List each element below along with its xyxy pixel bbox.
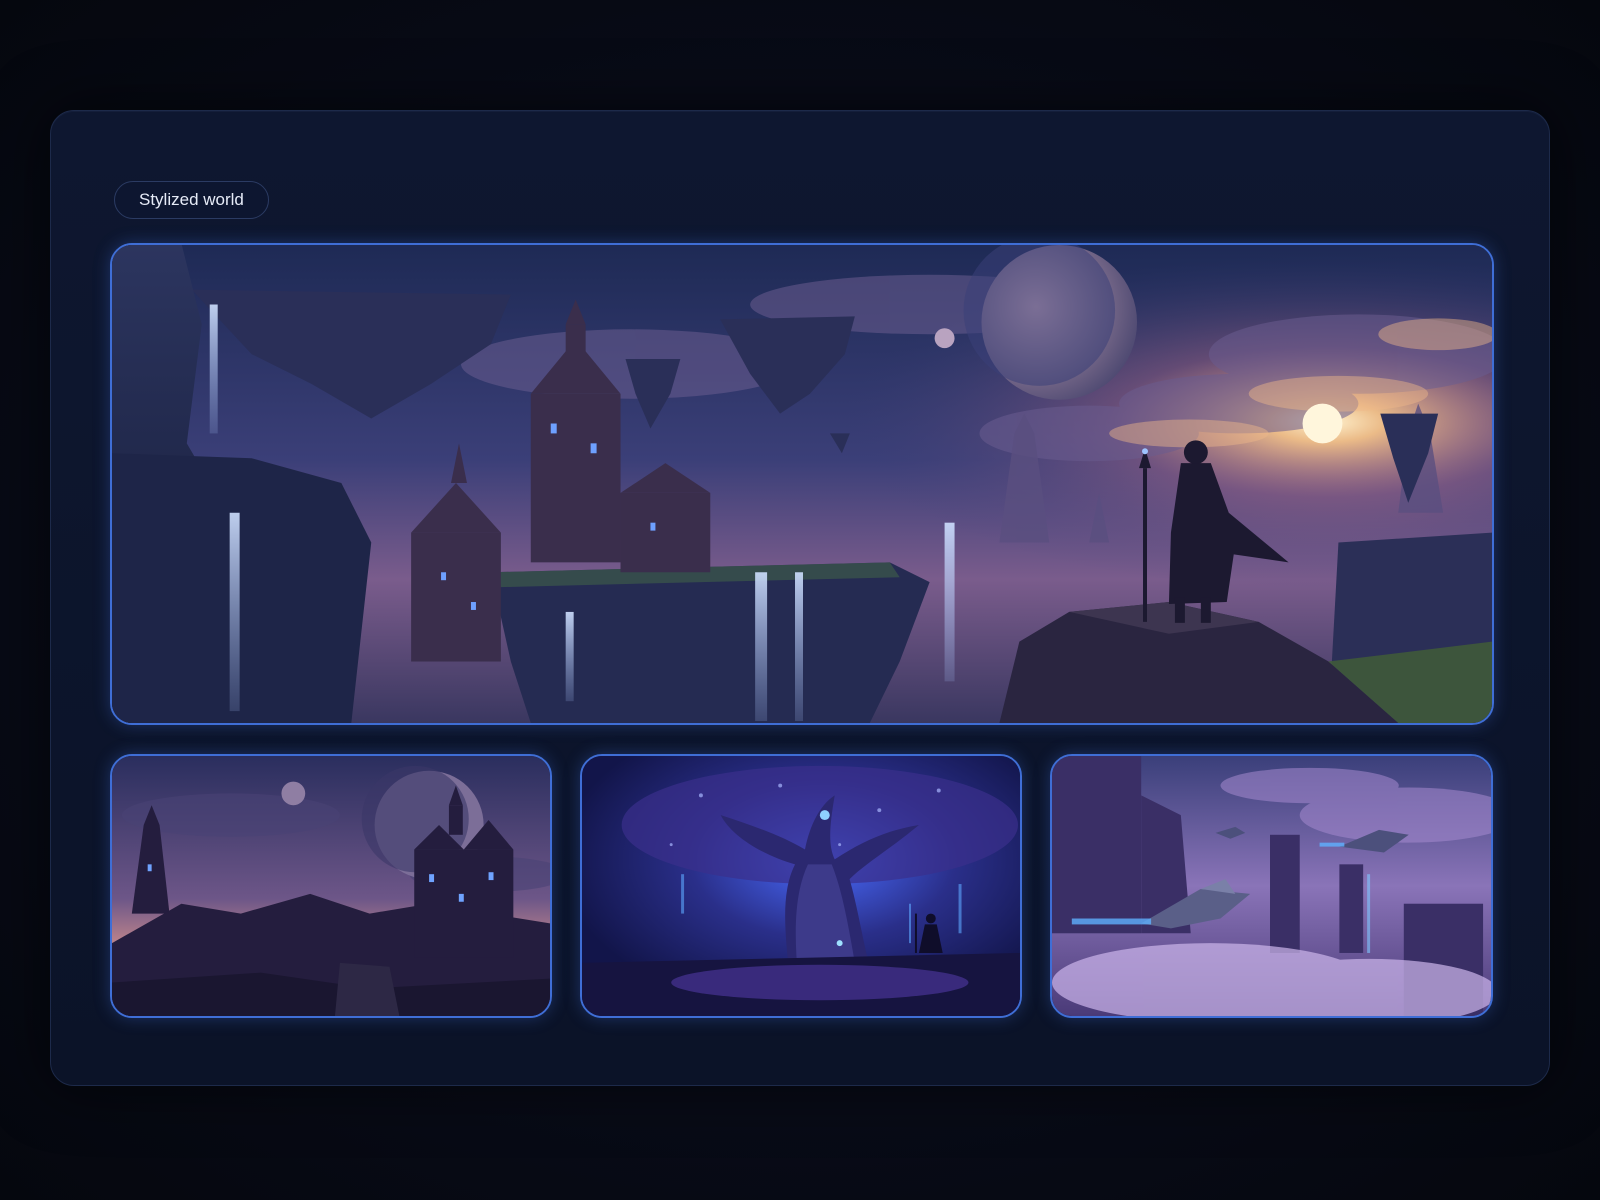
- world-tree-illustration: [582, 756, 1020, 1016]
- section-tag[interactable]: Stylized world: [114, 181, 269, 219]
- thumbnail-twilight-castle[interactable]: [110, 754, 552, 1018]
- thumbnail-airship-city[interactable]: [1050, 754, 1493, 1018]
- thumbnail-world-tree[interactable]: [580, 754, 1022, 1018]
- airship-city-illustration: [1052, 756, 1491, 1016]
- hero-illustration: [112, 245, 1492, 723]
- gallery-panel: Stylized world: [50, 110, 1550, 1086]
- twilight-castle-illustration: [112, 756, 550, 1016]
- hero-image[interactable]: [110, 243, 1494, 725]
